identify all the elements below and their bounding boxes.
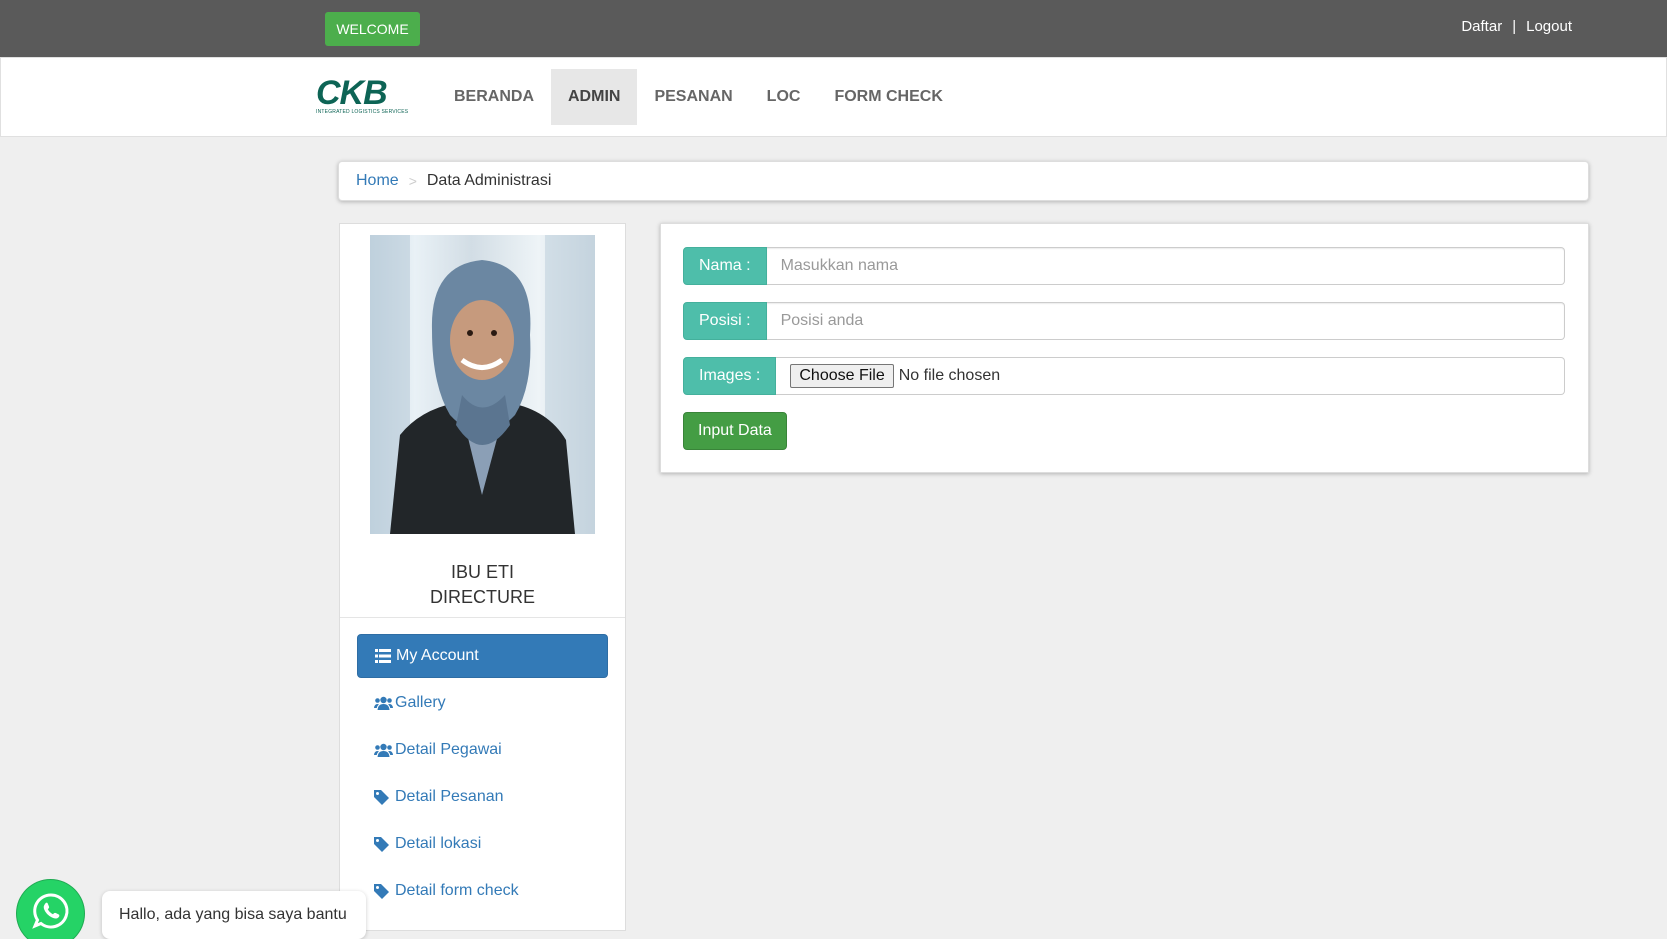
users-icon xyxy=(374,696,394,710)
nav-item-form-check[interactable]: FORM CHECK xyxy=(817,69,959,125)
file-status: No file chosen xyxy=(898,367,1001,384)
menu-item-label: Detail Pegawai xyxy=(395,741,502,758)
side-menu: My Account Gallery Detail Pegawai Detail… xyxy=(357,634,608,916)
menu-item-label: Detail form check xyxy=(395,882,519,899)
images-label: Images : xyxy=(683,357,777,395)
menu-item-label: My Account xyxy=(396,647,479,664)
breadcrumb-separator: > xyxy=(408,173,417,189)
profile-position: DIRECTURE xyxy=(429,587,535,607)
tag-icon xyxy=(374,836,394,852)
menu-item-detail-form-check[interactable]: Detail form check xyxy=(357,869,608,913)
whatsapp-icon xyxy=(31,892,70,935)
nav-item-loc[interactable]: LOC xyxy=(750,69,818,125)
menu-item-label: Detail lokasi xyxy=(395,835,482,852)
images-file-input: Choose File No file chosen xyxy=(776,357,1565,395)
images-input-group: Images : Choose File No file chosen xyxy=(683,357,1565,395)
nama-input[interactable] xyxy=(766,247,1565,285)
menu-item-label: Detail Pesanan xyxy=(395,788,504,805)
posisi-input-group: Posisi : xyxy=(683,302,1565,340)
whatsapp-button[interactable] xyxy=(17,880,84,939)
logo-text: CKB xyxy=(316,74,388,112)
menu-item-my-account[interactable]: My Account xyxy=(357,634,608,678)
choose-file-button[interactable]: Choose File xyxy=(790,364,894,388)
breadcrumb-home[interactable]: Home xyxy=(356,172,399,190)
menu-item-detail-pesanan[interactable]: Detail Pesanan xyxy=(357,775,608,819)
posisi-label: Posisi : xyxy=(683,302,767,340)
welcome-button[interactable]: WELCOME xyxy=(325,12,420,46)
nav-item-beranda[interactable]: BERANDA xyxy=(437,69,551,125)
list-icon xyxy=(375,649,395,663)
profile-photo xyxy=(370,235,595,534)
nav-item-pesanan[interactable]: PESANAN xyxy=(637,69,749,125)
whatsapp-message: Hallo, ada yang bisa saya bantu xyxy=(119,906,347,923)
logo-subtitle: INTEGRATED LOGISTICS SERVICES xyxy=(316,109,409,115)
brand-logo[interactable]: CKB INTEGRATED LOGISTICS SERVICES xyxy=(316,74,414,115)
menu-item-gallery[interactable]: Gallery xyxy=(357,681,608,725)
breadcrumb: Home > Data Administrasi xyxy=(338,161,1589,201)
main-navbar: CKB INTEGRATED LOGISTICS SERVICES BERAND… xyxy=(0,57,1667,137)
menu-item-label: Gallery xyxy=(395,694,446,711)
profile-name: IBU ETI xyxy=(450,562,514,582)
top-links-separator: | xyxy=(1512,18,1517,35)
tag-icon xyxy=(374,883,394,899)
logout-link[interactable]: Logout xyxy=(1526,18,1572,35)
profile-divider xyxy=(340,617,625,618)
top-bar: WELCOME Daftar | Logout xyxy=(0,0,1667,57)
top-links: Daftar | Logout xyxy=(1461,18,1572,35)
profile-panel: IBU ETI DIRECTURE My Account Gallery Det… xyxy=(339,223,626,931)
users-icon xyxy=(374,743,394,757)
nav-item-admin[interactable]: ADMIN xyxy=(551,69,638,125)
menu-item-detail-pegawai[interactable]: Detail Pegawai xyxy=(357,728,608,772)
nav-menu: BERANDA ADMIN PESANAN LOC FORM CHECK xyxy=(437,69,960,125)
whatsapp-message-bubble[interactable]: Hallo, ada yang bisa saya bantu xyxy=(102,891,366,939)
input-data-button[interactable]: Input Data xyxy=(683,412,787,450)
nama-label: Nama : xyxy=(683,247,767,285)
menu-item-detail-lokasi[interactable]: Detail lokasi xyxy=(357,822,608,866)
tag-icon xyxy=(374,789,394,805)
daftar-link[interactable]: Daftar xyxy=(1461,18,1502,35)
breadcrumb-current: Data Administrasi xyxy=(426,172,552,189)
admin-form-panel: Nama : Posisi : Images : Choose File No … xyxy=(660,223,1589,473)
posisi-input[interactable] xyxy=(766,302,1565,340)
profile-info: IBU ETI DIRECTURE xyxy=(340,560,625,610)
nama-input-group: Nama : xyxy=(683,247,1565,285)
